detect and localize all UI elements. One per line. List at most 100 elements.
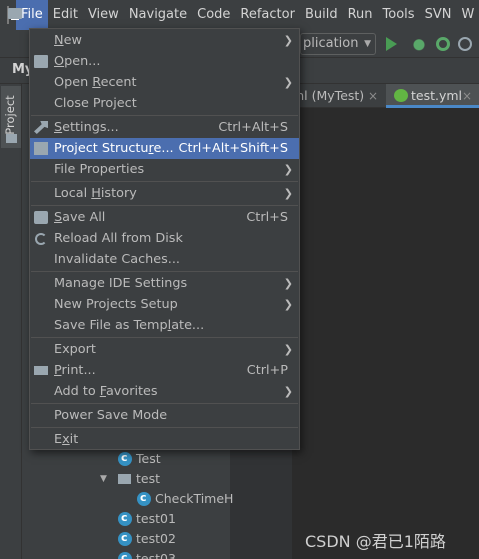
- coverage-icon[interactable]: [436, 37, 450, 51]
- menu-item-label: Project Structure...: [54, 141, 174, 156]
- menu-item-label: Invalidate Caches...: [54, 252, 181, 267]
- menu-run[interactable]: Run: [343, 0, 378, 30]
- menu-item-label: Settings...: [54, 120, 119, 135]
- folder-open-icon: [34, 55, 48, 68]
- menu-item-shortcut: Ctrl+Alt+S: [218, 120, 288, 135]
- menu-item-label: Save File as Template...: [54, 318, 205, 333]
- submenu-arrow-icon: ❯: [283, 298, 293, 311]
- menu-item-label: Print...: [54, 363, 96, 378]
- left-tool-strip: [0, 84, 22, 559]
- submenu-arrow-icon: ❯: [283, 385, 293, 398]
- run-configuration-select[interactable]: plication ▼: [300, 33, 376, 55]
- chevron-down-icon: ▼: [364, 39, 371, 49]
- menu-tools[interactable]: Tools: [378, 0, 420, 30]
- menu-item-project-structure[interactable]: Project Structure... Ctrl+Alt+Shift+S: [30, 138, 299, 159]
- submenu-arrow-icon: ❯: [283, 343, 293, 356]
- run-icon[interactable]: [386, 37, 397, 51]
- menu-item-save-file-as-template[interactable]: Save File as Template...: [30, 315, 299, 336]
- menu-item-label: Power Save Mode: [54, 408, 168, 423]
- menu-item-label: File Properties: [54, 162, 145, 177]
- menu-item-reload-all[interactable]: Reload All from Disk: [30, 228, 299, 249]
- menu-item-new[interactable]: New ❯: [30, 30, 299, 51]
- menu-separator: [31, 271, 298, 272]
- menu-item-label: Local History: [54, 186, 137, 201]
- menu-item-power-save-mode[interactable]: Power Save Mode: [30, 405, 299, 426]
- yml-file-icon: [394, 89, 408, 102]
- menu-item-add-to-favorites[interactable]: Add to Favorites ❯: [30, 381, 299, 402]
- submenu-arrow-icon: ❯: [283, 277, 293, 290]
- menu-separator: [31, 403, 298, 404]
- menu-item-settings[interactable]: Settings... Ctrl+Alt+S: [30, 117, 299, 138]
- menu-item-export[interactable]: Export ❯: [30, 339, 299, 360]
- watermark: CSDN @君已1陌路: [305, 532, 446, 551]
- project-structure-icon: [34, 142, 48, 155]
- submenu-arrow-icon: ❯: [283, 76, 293, 89]
- menu-item-close-project[interactable]: Close Project: [30, 93, 299, 114]
- reload-icon: [35, 233, 47, 245]
- tree-item-label: test02: [136, 531, 176, 546]
- menu-item-local-history[interactable]: Local History ❯: [30, 183, 299, 204]
- tree-item-label: CheckTimeH: [155, 491, 234, 506]
- tab-mytest[interactable]: ml (MyTest): [292, 84, 364, 108]
- menu-item-label: Exit: [54, 432, 79, 447]
- save-icon: [34, 211, 48, 224]
- tree-item-label: test01: [136, 511, 176, 526]
- menu-item-label: Add to Favorites: [54, 384, 158, 399]
- menu-separator: [31, 427, 298, 428]
- class-icon: [118, 548, 132, 559]
- class-icon: [118, 448, 132, 468]
- tab-test-yml-label: test.yml: [411, 88, 463, 103]
- close-icon[interactable]: ×: [462, 84, 472, 108]
- menu-item-print[interactable]: Print... Ctrl+P: [30, 360, 299, 381]
- menu-item-label: Open...: [54, 54, 101, 69]
- menu-item-label: New: [54, 33, 82, 48]
- menu-edit[interactable]: Edit: [48, 0, 83, 30]
- menu-svn[interactable]: SVN: [420, 0, 457, 30]
- menu-item-label: Open Recent: [54, 75, 137, 90]
- debug-icon[interactable]: [411, 36, 427, 52]
- menu-item-manage-ide-settings[interactable]: Manage IDE Settings ❯: [30, 273, 299, 294]
- printer-icon: [34, 366, 48, 375]
- folder-icon: [6, 134, 17, 143]
- menu-separator: [31, 205, 298, 206]
- menu-item-new-projects-setup[interactable]: New Projects Setup ❯: [30, 294, 299, 315]
- menu-item-invalidate-caches[interactable]: Invalidate Caches...: [30, 249, 299, 270]
- menu-item-label: Reload All from Disk: [54, 231, 183, 246]
- class-icon: [137, 488, 151, 508]
- menu-window[interactable]: W: [456, 0, 479, 30]
- menu-item-file-properties[interactable]: File Properties ❯: [30, 159, 299, 180]
- menu-refactor[interactable]: Refactor: [235, 0, 300, 30]
- menu-navigate[interactable]: Navigate: [124, 0, 192, 30]
- menu-item-shortcut: Ctrl+S: [246, 210, 288, 225]
- class-icon: [118, 528, 132, 548]
- menu-separator: [31, 115, 298, 116]
- chevron-down-icon[interactable]: ▼: [100, 469, 107, 489]
- menu-item-shortcut: Ctrl+Alt+Shift+S: [178, 141, 288, 156]
- profile-icon[interactable]: [458, 37, 472, 51]
- menu-item-open[interactable]: Open...: [30, 51, 299, 72]
- menu-item-open-recent[interactable]: Open Recent ❯: [30, 72, 299, 93]
- menu-item-exit[interactable]: Exit: [30, 429, 299, 450]
- menu-item-label: Export: [54, 342, 96, 357]
- menu-item-save-all[interactable]: Save All Ctrl+S: [30, 207, 299, 228]
- close-icon[interactable]: ×: [368, 84, 378, 108]
- package-icon: [118, 474, 131, 484]
- tree-item-label: test: [136, 471, 161, 486]
- menu-item-label: New Projects Setup: [54, 297, 178, 312]
- menu-item-label: Close Project: [54, 96, 137, 111]
- open-folder-icon[interactable]: [8, 8, 22, 19]
- menu-build[interactable]: Build: [300, 0, 343, 30]
- class-icon: [118, 508, 132, 528]
- run-configuration-label: plication: [303, 36, 359, 51]
- tree-item-label: test03: [136, 551, 176, 559]
- menu-code[interactable]: Code: [192, 0, 235, 30]
- menu-separator: [31, 337, 298, 338]
- submenu-arrow-icon: ❯: [283, 163, 293, 176]
- submenu-arrow-icon: ❯: [283, 187, 293, 200]
- menu-bar: IJ File Edit View Navigate Code Refactor…: [0, 0, 479, 30]
- file-menu-dropdown: New ❯ Open... Open Recent ❯ Close Projec…: [29, 28, 300, 450]
- menu-view[interactable]: View: [83, 0, 124, 30]
- menu-item-label: Save All: [54, 210, 106, 225]
- menu-item-label: Manage IDE Settings: [54, 276, 188, 291]
- menu-item-shortcut: Ctrl+P: [246, 363, 288, 378]
